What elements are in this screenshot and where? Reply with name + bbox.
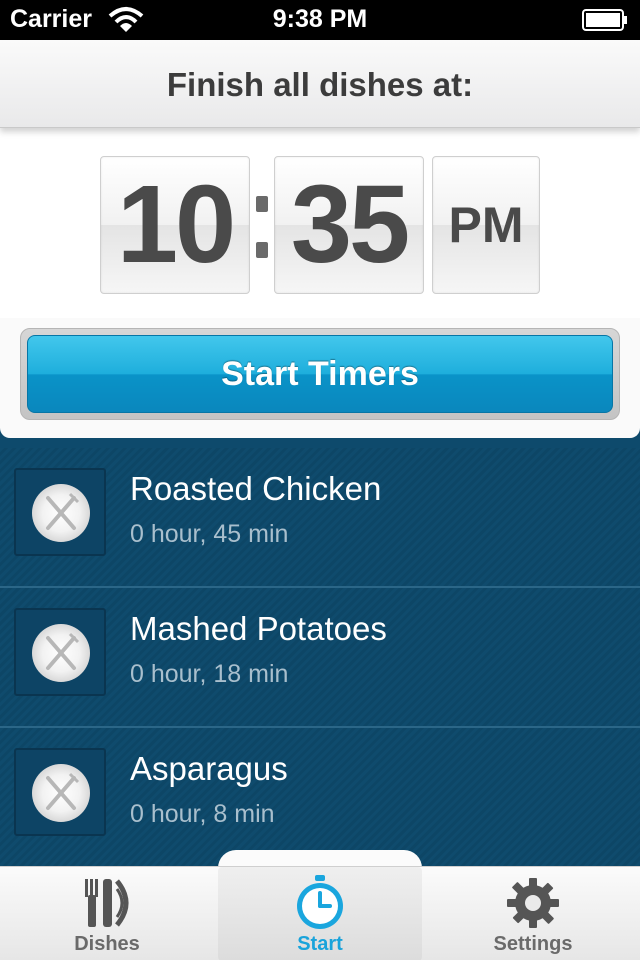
tab-start[interactable]: Start	[218, 867, 422, 960]
dish-name: Mashed Potatoes	[130, 610, 387, 647]
stopwatch-icon	[290, 875, 350, 931]
clock-label: 9:38 PM	[272, 5, 368, 33]
tab-label: Dishes	[74, 933, 140, 955]
battery-icon	[582, 9, 628, 31]
dish-duration: 0 hour, 45 min	[130, 520, 289, 548]
header: Finish all dishes at:	[0, 40, 640, 128]
start-button-frame: Start Timers	[20, 328, 620, 420]
list-item[interactable]: Asparagus 0 hour, 8 min	[0, 728, 640, 868]
dish-thumbnail	[14, 608, 106, 696]
tab-label: Settings	[493, 933, 573, 955]
plate-icon	[32, 764, 90, 822]
dish-name: Asparagus	[130, 750, 288, 787]
dish-name: Roasted Chicken	[130, 470, 382, 507]
dishes-icon	[77, 875, 137, 931]
tab-bar: Dishes Start Settings	[0, 866, 640, 960]
plate-icon	[32, 624, 90, 682]
dish-thumbnail	[14, 468, 106, 556]
time-colon	[250, 156, 274, 294]
gear-icon	[503, 875, 563, 931]
status-bar: Carrier 9:38 PM	[0, 0, 640, 40]
dish-thumbnail	[14, 748, 106, 836]
tab-dishes[interactable]: Dishes	[0, 867, 214, 960]
tab-label: Start	[297, 933, 343, 955]
dish-duration: 0 hour, 8 min	[130, 800, 275, 828]
dish-duration: 0 hour, 18 min	[130, 660, 289, 688]
list-item[interactable]: Roasted Chicken 0 hour, 45 min	[0, 448, 640, 588]
minute-picker[interactable]: 35	[274, 156, 424, 294]
tab-settings[interactable]: Settings	[426, 867, 640, 960]
ampm-picker[interactable]: PM	[432, 156, 540, 294]
page-title: Finish all dishes at:	[166, 66, 474, 103]
hour-picker[interactable]: 10	[100, 156, 250, 294]
dish-list: Roasted Chicken 0 hour, 45 min Mashed Po…	[0, 448, 640, 868]
plate-icon	[32, 484, 90, 542]
list-item[interactable]: Mashed Potatoes 0 hour, 18 min	[0, 588, 640, 728]
time-picker: 10 35 PM	[0, 128, 640, 318]
start-area: Start Timers	[0, 318, 640, 438]
start-timers-button[interactable]: Start Timers	[27, 335, 613, 413]
